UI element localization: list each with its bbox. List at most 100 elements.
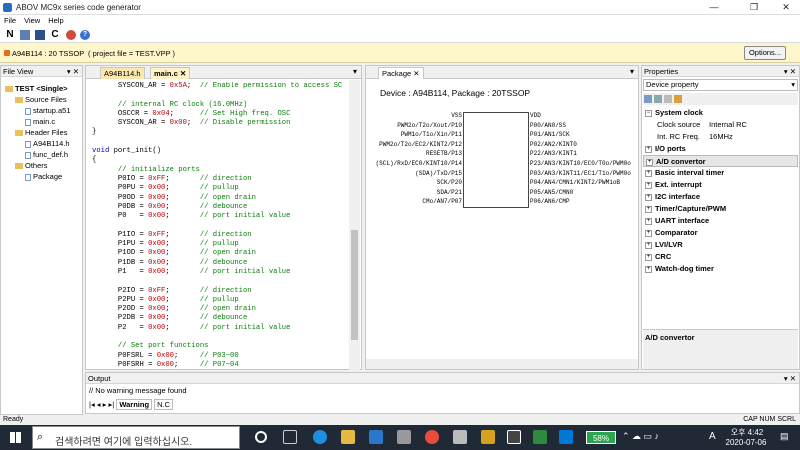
- left-pin[interactable]: RESETB/P13: [366, 150, 462, 160]
- page-icon[interactable]: [664, 95, 672, 103]
- tab-nc[interactable]: N.C: [154, 399, 174, 410]
- windows-start-icon[interactable]: [10, 432, 21, 443]
- expand-icon[interactable]: +: [645, 253, 652, 261]
- expand-icon[interactable]: +: [645, 265, 652, 273]
- tree-file-item[interactable]: A94B114.h: [5, 138, 82, 149]
- menu-help[interactable]: Help: [44, 15, 67, 26]
- left-pin[interactable]: (SCL)/RxD/EC0/KINT10/P14: [366, 160, 462, 170]
- code-generator-taskbar-icon[interactable]: [507, 430, 521, 444]
- expand-icon[interactable]: +: [645, 229, 652, 237]
- right-pin[interactable]: P04/AN4/CMN1/KINT2/PWM1oB: [530, 179, 640, 189]
- app-icon-7[interactable]: [453, 430, 467, 444]
- left-pin[interactable]: VSS: [366, 112, 462, 122]
- left-pin[interactable]: SDA/P21: [366, 189, 462, 199]
- left-pin[interactable]: PWM1o/T1o/Xin/P11: [366, 131, 462, 141]
- right-pin[interactable]: P01/AN1/SCK: [530, 131, 640, 141]
- property-combo[interactable]: Device property ▾: [643, 79, 798, 91]
- property-value[interactable]: 16MHz: [709, 132, 733, 141]
- right-pin[interactable]: VDD: [530, 112, 640, 122]
- left-pin[interactable]: (SDA)/TxD/P15: [366, 170, 462, 180]
- right-pin[interactable]: P23/AN3/KINT10/EC0/T0o/PWM0o: [530, 160, 640, 170]
- right-pin[interactable]: P00/AN0/SS: [530, 122, 640, 132]
- right-pin[interactable]: P22/AN3/KINT1: [530, 150, 640, 160]
- tab-package[interactable]: Package ✕: [378, 67, 424, 79]
- property-group[interactable]: + LVI/LVR: [643, 239, 798, 251]
- tree-file-item[interactable]: func_def.h: [5, 149, 82, 160]
- tab-a94b114-h[interactable]: A94B114.h: [100, 67, 145, 79]
- package-hscrollbar[interactable]: [366, 359, 638, 369]
- store-icon[interactable]: [369, 430, 383, 444]
- menu-view[interactable]: View: [20, 15, 44, 26]
- sort-icon[interactable]: [654, 95, 662, 103]
- save-icon[interactable]: [35, 30, 45, 40]
- tree-folder-item[interactable]: TEST <Single>: [5, 83, 82, 94]
- expand-icon[interactable]: +: [645, 169, 652, 177]
- tree-file-item[interactable]: main.c: [5, 116, 82, 127]
- right-pin[interactable]: P05/AN5/CMN0: [530, 189, 640, 199]
- property-group[interactable]: + Comparator: [643, 227, 798, 239]
- left-pin[interactable]: CMo/AN7/P07: [366, 198, 462, 208]
- expand-icon[interactable]: +: [645, 205, 652, 213]
- chrome-icon[interactable]: [425, 430, 439, 444]
- notification-icon[interactable]: ▤: [780, 431, 789, 442]
- app-icon-10[interactable]: [533, 430, 547, 444]
- tab-list-icon[interactable]: ▾: [630, 67, 634, 76]
- property-group[interactable]: + Basic interval timer: [643, 167, 798, 179]
- tray-icons[interactable]: ⌃ ☁ ▭ ♪: [622, 431, 659, 442]
- tree-folder-item[interactable]: Others: [5, 160, 82, 171]
- options-button[interactable]: Options...: [744, 46, 786, 60]
- expand-icon[interactable]: +: [645, 181, 652, 189]
- property-group[interactable]: + I2C interface: [643, 191, 798, 203]
- pin-icon[interactable]: ▾ ✕: [784, 66, 796, 77]
- task-view-icon[interactable]: [283, 430, 297, 444]
- property-group[interactable]: − System clock: [643, 107, 798, 119]
- categorized-icon[interactable]: [644, 95, 652, 103]
- cortana-icon[interactable]: [255, 431, 267, 443]
- close-tab-icon[interactable]: ✕: [413, 69, 419, 78]
- expand-icon[interactable]: +: [646, 158, 653, 166]
- right-pin[interactable]: P02/AN2/KINT0: [530, 141, 640, 151]
- nav-arrows[interactable]: |◂ ◂ ▸ ▸|: [89, 400, 114, 409]
- left-pin[interactable]: SCK/P20: [366, 179, 462, 189]
- property-group[interactable]: + UART interface: [643, 215, 798, 227]
- taskbar-search-box[interactable]: ⌕ 검색하려면 여기에 입력하십시오.: [32, 426, 240, 449]
- left-pin[interactable]: PWM2o/T2o/Xout/P10: [366, 122, 462, 132]
- app-icon-8[interactable]: [481, 430, 495, 444]
- property-group[interactable]: + Ext. interrupt: [643, 179, 798, 191]
- tab-main-c[interactable]: main.c ✕: [150, 67, 191, 79]
- property-group[interactable]: + Watch-dog timer: [643, 263, 798, 275]
- generate-code-icon[interactable]: C: [49, 29, 61, 41]
- explorer-icon[interactable]: [341, 430, 355, 444]
- new-icon[interactable]: N: [4, 29, 16, 41]
- right-pin[interactable]: P06/AN6/CMP: [530, 198, 640, 208]
- left-pin[interactable]: PWM2o/T2o/EC2/KINT2/P12: [366, 141, 462, 151]
- ime-indicator[interactable]: A: [709, 431, 716, 442]
- clock-date[interactable]: 2020-07-06: [718, 438, 774, 447]
- app-icon-5[interactable]: [397, 430, 411, 444]
- settings-icon[interactable]: [66, 30, 76, 40]
- collapse-icon[interactable]: −: [645, 109, 652, 117]
- wand-icon[interactable]: [674, 95, 682, 103]
- property-group[interactable]: + Timer/Capture/PWM: [643, 203, 798, 215]
- property-group[interactable]: + I/O ports: [643, 143, 798, 155]
- expand-icon[interactable]: +: [645, 217, 652, 225]
- tree-file-item[interactable]: Package: [5, 171, 82, 182]
- edge-icon[interactable]: [313, 430, 327, 444]
- app-icon-11[interactable]: [559, 430, 573, 444]
- tab-warning[interactable]: Warning: [116, 399, 153, 410]
- battery-badge[interactable]: 58%: [586, 431, 616, 444]
- property-value[interactable]: Internal RC: [709, 120, 747, 129]
- expand-icon[interactable]: +: [645, 145, 652, 153]
- property-group[interactable]: + CRC: [643, 251, 798, 263]
- maximize-button[interactable]: ❐: [740, 0, 768, 14]
- tree-folder-item[interactable]: Source Files: [5, 94, 82, 105]
- close-button[interactable]: ✕: [772, 0, 800, 14]
- property-group[interactable]: + A/D convertor: [643, 155, 798, 167]
- minimize-button[interactable]: —: [700, 0, 728, 14]
- close-tab-icon[interactable]: ✕: [180, 69, 186, 78]
- right-pin[interactable]: P03/AN3/KINT11/EC1/T1o/PWM0o: [530, 170, 640, 180]
- tab-list-icon[interactable]: ▾: [353, 67, 357, 76]
- clock-time[interactable]: 오후 4:42: [722, 427, 772, 438]
- editor-scroll-thumb[interactable]: [351, 230, 358, 340]
- open-icon[interactable]: [20, 30, 30, 40]
